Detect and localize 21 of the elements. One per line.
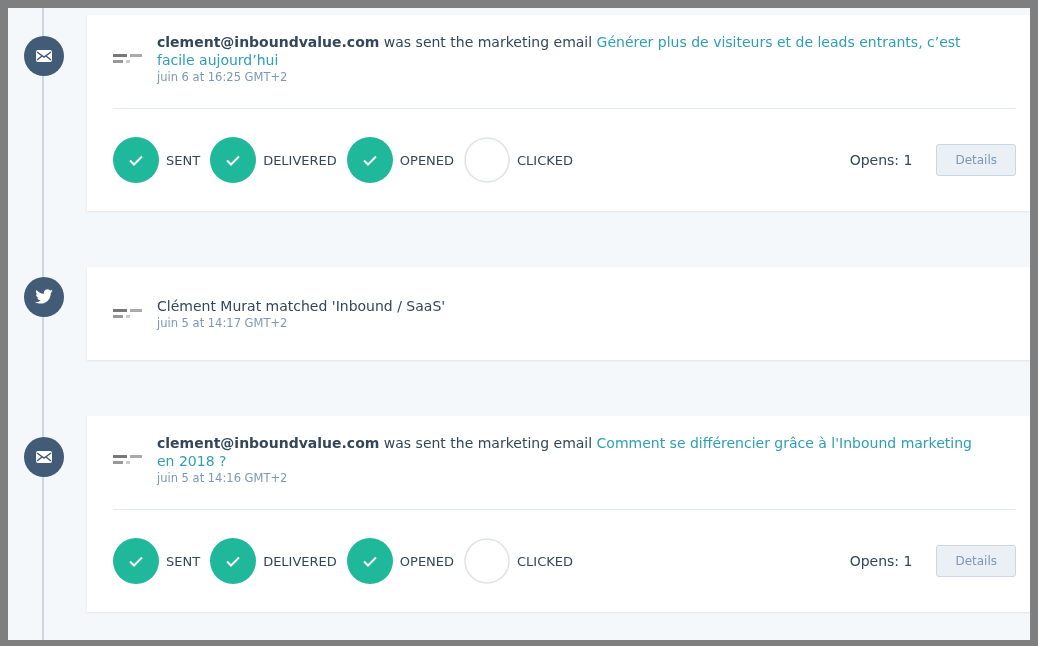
activity-description: clement@inboundvalue.com was sent the marketing email Générer plus de visiteurs et de leads entrants, c’est facile aujourd’hui: [157, 33, 962, 69]
bird-icon: [24, 277, 64, 317]
activity-timestamp: juin 5 at 14:17 GMT+2: [157, 316, 289, 330]
activity-timestamp: juin 6 at 16:25 GMT+2: [157, 70, 289, 84]
email-icon: [24, 437, 64, 477]
email-icon: [24, 36, 64, 76]
details-button[interactable]: Details: [936, 144, 1016, 176]
activity-description: Clément Murat matched 'Inbound / SaaS': [157, 297, 447, 315]
activity-description: clement@inboundvalue.com was sent the marketing email Comment se différencier grâce à l'Inbound marketing en 2018 ?: [157, 434, 973, 470]
step-label: CLICKED: [517, 553, 574, 569]
step-label: SENT: [166, 152, 201, 168]
step-label: CLICKED: [517, 152, 574, 168]
step-label: DELIVERED: [263, 553, 337, 569]
step-label: OPENED: [399, 553, 455, 569]
step-label: DELIVERED: [263, 152, 337, 168]
step-label: SENT: [166, 553, 201, 569]
details-button[interactable]: Details: [936, 545, 1016, 577]
opens-count: Opens: 1: [849, 553, 913, 569]
step-label: OPENED: [399, 152, 455, 168]
opens-count: Opens: 1: [849, 152, 913, 168]
activity-timestamp: juin 5 at 14:16 GMT+2: [157, 471, 289, 485]
